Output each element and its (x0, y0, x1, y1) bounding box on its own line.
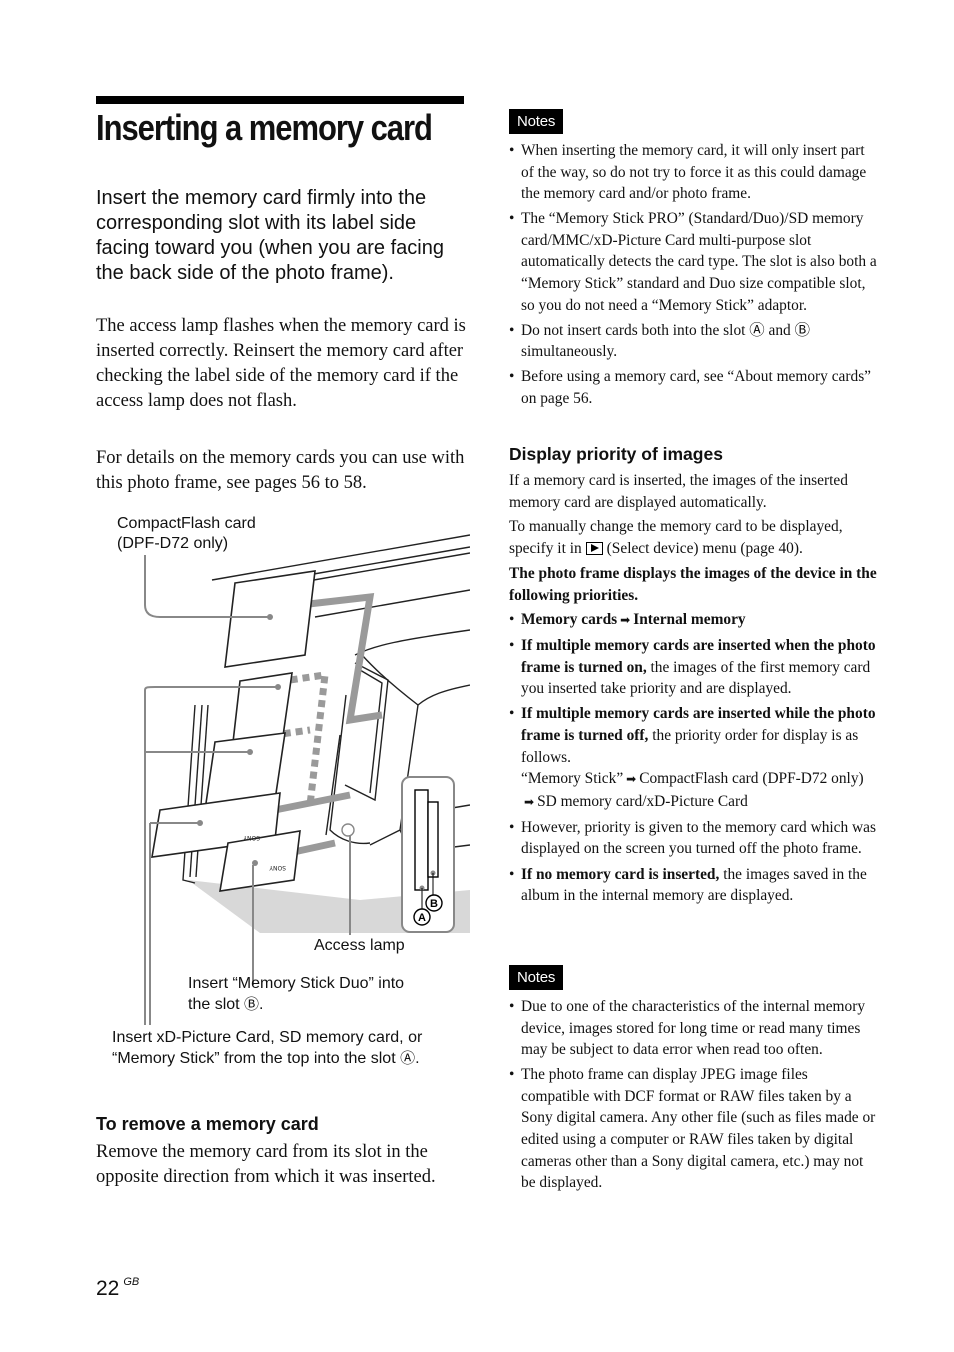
notes-badge: Notes (509, 109, 564, 134)
slot-b (427, 801, 439, 878)
details-paragraph: For details on the memory cards you can … (96, 448, 465, 493)
remove-card-heading: To remove a memory card (96, 1114, 319, 1134)
list-item: The photo frame can display JPEG image f… (509, 1064, 877, 1194)
arrow-right-icon: ➡ (524, 794, 535, 809)
svg-text:B: B (430, 898, 438, 910)
list-item: Due to one of the characteristics of the… (509, 996, 877, 1061)
memory-card-illustration: SONY SONY A B CompactFlash card (DPF-D72… (100, 505, 470, 1085)
priority-list: Memory cards➡Internal memory If multiple… (509, 609, 877, 910)
slot-a (414, 789, 429, 891)
slot-a-marker: A (413, 908, 431, 926)
list-item: Memory cards➡Internal memory (509, 609, 877, 632)
display-priority-heading: Display priority of images (509, 444, 723, 464)
slot-a-symbol: Ⓐ (400, 1049, 416, 1067)
remove-card-paragraph: Remove the memory card from its slot in … (96, 1142, 436, 1187)
title-rule (96, 96, 464, 104)
page-language: GB (123, 1276, 140, 1288)
svg-text:A: A (418, 912, 426, 924)
arrow-right-icon: ➡ (620, 613, 631, 627)
list-item: If multiple memory cards are inserted wh… (509, 635, 877, 700)
list-item: However, priority is given to the memory… (509, 817, 877, 860)
access-lamp-indicator (341, 823, 355, 837)
priority-intro-paragraph: The photo frame displays the images of t… (509, 565, 877, 604)
access-lamp-label: Access lamp (314, 937, 405, 954)
page-title: Inserting a memory card (96, 107, 433, 148)
list-item: If no memory card is inserted, the image… (509, 864, 877, 907)
manual-page: Inserting a memory card Insert the memor… (0, 0, 954, 1352)
svg-text:SONY: SONY (243, 834, 260, 841)
list-item: Before using a memory card, see “About m… (509, 366, 877, 409)
slot-b-marker: B (425, 894, 443, 912)
svg-text:SONY: SONY (269, 864, 286, 871)
cards (151, 570, 316, 892)
display-priority-paragraph: If a memory card is inserted, the images… (509, 472, 848, 511)
notes-list: When inserting the memory card, it will … (509, 140, 877, 413)
list-item: If multiple memory cards are inserted wh… (509, 703, 877, 813)
compactflash-label: CompactFlash card (DPF-D72 only) (117, 515, 256, 552)
select-device-paragraph: To manually change the memory card to be… (509, 518, 843, 557)
list-item: When inserting the memory card, it will … (509, 140, 877, 205)
intro-paragraph: Insert the memory card firmly into the c… (96, 187, 444, 284)
list-item: Do not insert cards both into the slot Ⓐ… (509, 320, 877, 363)
arrow-right-icon: ➡ (626, 772, 637, 787)
notes-badge: Notes (509, 965, 564, 990)
page-number: 22 GB (96, 1276, 140, 1300)
access-lamp-paragraph: The access lamp flashes when the memory … (96, 316, 466, 411)
notes-list: Due to one of the characteristics of the… (509, 996, 877, 1197)
play-icon (585, 541, 603, 555)
memory-stick-duo-label: Insert “Memory Stick Duo” into the slot … (188, 975, 405, 1013)
slot-b-symbol: Ⓑ (244, 995, 260, 1013)
list-item: The “Memory Stick PRO” (Standard/Duo)/SD… (509, 208, 877, 316)
xd-sd-memory-stick-label: Insert xD-Picture Card, SD memory card, … (112, 1029, 423, 1067)
